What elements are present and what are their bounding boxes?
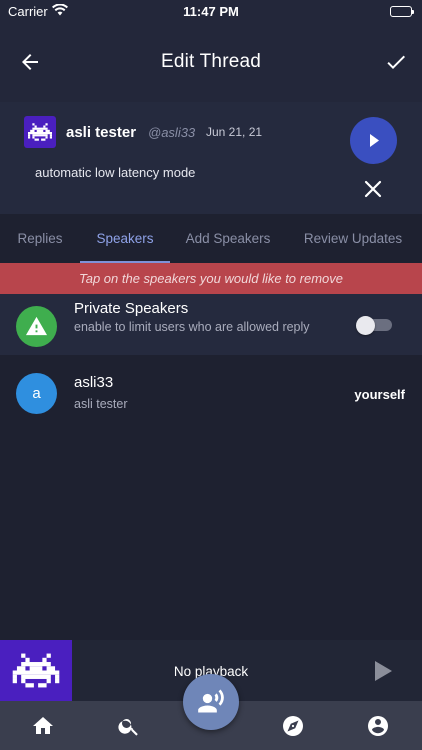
warning-badge bbox=[16, 306, 57, 347]
tab-bar: Replies Speakers Add Speakers Review Upd… bbox=[0, 214, 422, 263]
header: Edit Thread bbox=[0, 24, 422, 102]
nav-profile[interactable] bbox=[366, 714, 390, 738]
tab-speakers[interactable]: Speakers bbox=[80, 214, 170, 263]
speaker-name: asli tester bbox=[74, 397, 128, 411]
speaker-list-item[interactable]: a asli33 asli tester yourself bbox=[0, 362, 422, 422]
tab-replies[interactable]: Replies bbox=[0, 214, 80, 263]
compass-icon bbox=[283, 716, 303, 736]
confirm-button[interactable] bbox=[384, 50, 408, 74]
nav-home[interactable] bbox=[31, 714, 55, 738]
record-voice-button[interactable] bbox=[183, 674, 239, 730]
speaker-tag: yourself bbox=[354, 387, 405, 402]
private-speakers-toggle[interactable] bbox=[356, 316, 393, 335]
speaker-avatar: a bbox=[16, 373, 57, 414]
thread-text: automatic low latency mode bbox=[35, 165, 196, 180]
play-icon bbox=[375, 661, 392, 681]
nav-search[interactable] bbox=[117, 714, 141, 738]
player-play-button[interactable] bbox=[372, 659, 394, 683]
warning-icon bbox=[25, 316, 48, 336]
close-button[interactable] bbox=[364, 180, 382, 198]
battery-icon bbox=[390, 6, 414, 17]
status-time: 11:47 PM bbox=[183, 4, 239, 19]
instruction-banner: Tap on the speakers you would like to re… bbox=[0, 263, 422, 294]
tab-add-speakers[interactable]: Add Speakers bbox=[172, 214, 284, 263]
play-button[interactable] bbox=[350, 117, 397, 164]
close-icon bbox=[364, 180, 382, 198]
space-invader-icon bbox=[28, 123, 52, 141]
nav-explore[interactable] bbox=[281, 714, 305, 738]
status-bar: Carrier 11:47 PM bbox=[0, 0, 422, 24]
author-handle: @asli33 bbox=[148, 125, 196, 140]
home-icon bbox=[33, 717, 53, 734]
play-icon bbox=[370, 134, 379, 147]
thread-date: Jun 21, 21 bbox=[206, 125, 263, 139]
avatar bbox=[24, 116, 56, 148]
thread-card: asli tester @asli33 Jun 21, 21 automatic… bbox=[0, 102, 422, 214]
check-icon bbox=[387, 55, 405, 69]
search-icon bbox=[118, 719, 138, 736]
author-name: asli tester bbox=[66, 124, 137, 141]
page-title: Edit Thread bbox=[160, 51, 262, 72]
tab-review-updates[interactable]: Review Updates bbox=[290, 214, 416, 263]
account-icon bbox=[368, 716, 388, 736]
speaker-handle: asli33 bbox=[74, 374, 114, 391]
record-voice-icon bbox=[198, 689, 224, 713]
private-speakers-description: enable to limit users who are allowed re… bbox=[74, 320, 310, 334]
private-speakers-title: Private Speakers bbox=[74, 300, 189, 317]
